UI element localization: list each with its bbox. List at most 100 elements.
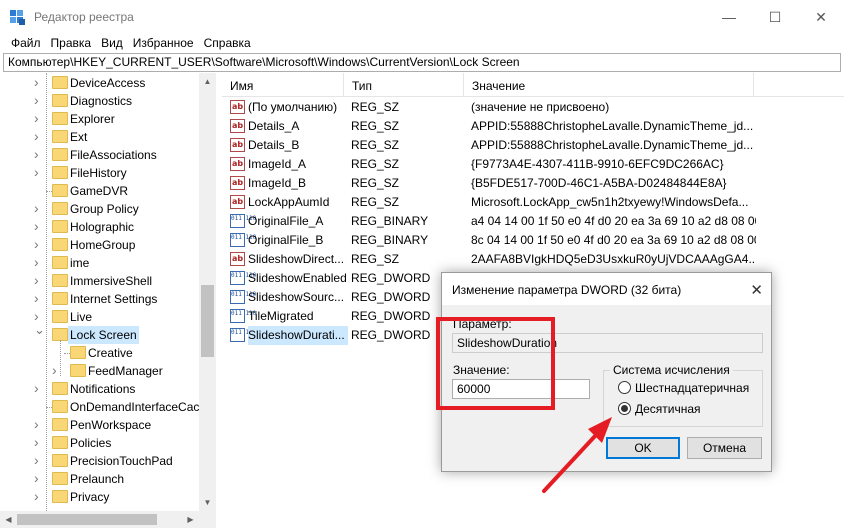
tree-item-homegroup[interactable]: › HomeGroup (0, 236, 199, 254)
folder-icon (70, 346, 86, 359)
tree-item-label: GameDVR (70, 184, 129, 198)
value-row[interactable]: ab (По умолчанию) REG_SZ (значение не присв… (222, 98, 844, 117)
expand-icon[interactable]: › (34, 451, 44, 469)
expand-icon[interactable]: › (34, 217, 44, 235)
tree-horizontal-scrollbar[interactable]: ◀ ▶ (0, 511, 216, 528)
expand-icon[interactable]: › (34, 91, 44, 109)
value-row[interactable]: ab LockAppAumId REG_SZ Microsoft.LockApp_cw… (222, 193, 844, 212)
tree-item-label: OnDemandInterfaceCache (70, 400, 213, 414)
expand-icon[interactable]: › (34, 271, 44, 289)
tree-item-label: PenWorkspace (70, 418, 152, 432)
radio-dec-circle[interactable] (618, 402, 631, 415)
column-header-name[interactable]: Имя (222, 73, 344, 97)
expand-icon[interactable]: › (34, 127, 44, 145)
tree-item-creative[interactable]: Creative (0, 344, 199, 362)
tree-item-label: Creative (88, 346, 133, 360)
tree-item-immersiveshell[interactable]: › ImmersiveShell (0, 272, 199, 290)
expand-icon[interactable]: › (34, 73, 44, 91)
tree-item-diagnostics[interactable]: › Diagnostics (0, 92, 199, 110)
tree-item-ondemandinterfacecache[interactable]: OnDemandInterfaceCache (0, 398, 213, 416)
scroll-down-icon[interactable]: ▼ (199, 494, 216, 511)
value-data: 2AAFA8BVIgkHDQ5eD3UsxkuR0yUjVDCAAAgGA4..… (471, 252, 756, 266)
value-name: Details_B (248, 138, 300, 152)
string-value-icon: ab (230, 195, 245, 209)
value-row[interactable]: ab ImageId_A REG_SZ {F9773A4E-4307-411B-991… (222, 155, 844, 174)
address-bar[interactable]: Компьютер\HKEY_CURRENT_USER\Software\Mic… (3, 53, 841, 72)
value-name: ImageId_A (248, 157, 307, 171)
maximize-button[interactable]: ☐ (752, 0, 798, 34)
expand-icon[interactable]: › (34, 433, 44, 451)
value-row[interactable]: ab Details_A REG_SZ APPID:55888ChristopheLa… (222, 117, 844, 136)
tree-item-gamedvr[interactable]: GameDVR (0, 182, 199, 200)
collapse-icon[interactable]: ⌄ (34, 321, 45, 339)
minimize-button[interactable]: — (706, 0, 752, 34)
radio-hex-circle[interactable] (618, 381, 631, 394)
tree-item-internet-settings[interactable]: › Internet Settings (0, 290, 199, 308)
expand-icon[interactable]: › (34, 415, 44, 433)
expand-icon[interactable]: › (34, 235, 44, 253)
menu-view[interactable]: Вид (96, 34, 128, 52)
tree-item-label: ImmersiveShell (70, 274, 153, 288)
value-row[interactable]: ab Details_B REG_SZ APPID:55888ChristopheLa… (222, 136, 844, 155)
expand-icon[interactable]: › (34, 289, 44, 307)
tree-item-lock-screen[interactable]: ⌄ Lock Screen (0, 322, 199, 344)
expand-icon[interactable]: › (34, 379, 44, 397)
menu-bar: Файл Правка Вид Избранное Справка (0, 34, 844, 52)
tree-item-filehistory[interactable]: › FileHistory (0, 164, 199, 182)
folder-icon (52, 202, 68, 215)
menu-help[interactable]: Справка (199, 34, 256, 52)
folder-icon (70, 364, 86, 377)
tree-item-prelaunch[interactable]: › Prelaunch (0, 470, 199, 488)
tree-item-notifications[interactable]: › Notifications (0, 380, 199, 398)
tree-item-fileassociations[interactable]: › FileAssociations (0, 146, 199, 164)
tree-item-group-policy[interactable]: › Group Policy (0, 200, 199, 218)
expand-icon[interactable]: › (34, 469, 44, 487)
hscroll-thumb[interactable] (17, 514, 157, 525)
column-header-value[interactable]: Значение (464, 73, 754, 97)
list-header: Имя Тип Значение (222, 73, 844, 97)
value-name: SlideshowEnabled (248, 271, 347, 285)
menu-edit[interactable]: Правка (46, 34, 97, 52)
value-row[interactable]: ab SlideshowDirect... REG_SZ 2AAFA8BVIgkHDQ… (222, 250, 844, 269)
scroll-right-icon[interactable]: ▶ (182, 511, 199, 528)
value-type: REG_SZ (351, 176, 400, 190)
tree-item-explorer[interactable]: › Explorer (0, 110, 199, 128)
tree-item-holographic[interactable]: › Holographic (0, 218, 199, 236)
cancel-button[interactable]: Отмена (687, 437, 762, 459)
close-button[interactable]: ✕ (798, 0, 844, 34)
tree-item-feedmanager[interactable]: › FeedManager (0, 362, 199, 380)
value-type: REG_SZ (351, 252, 400, 266)
expand-icon[interactable]: › (34, 199, 44, 217)
value-row[interactable]: 011 110 OriginalFile_B REG_BINARY 8c 04 14 … (222, 231, 844, 250)
tree-item-label: Live (70, 310, 93, 324)
expand-icon[interactable]: › (34, 109, 44, 127)
scroll-left-icon[interactable]: ◀ (0, 511, 17, 528)
tree-item-policies[interactable]: › Policies (0, 434, 199, 452)
scroll-up-icon[interactable]: ▲ (199, 73, 216, 90)
tree-item-ext[interactable]: › Ext (0, 128, 199, 146)
tree-item-deviceaccess[interactable]: › DeviceAccess (0, 74, 199, 92)
string-value-icon: ab (230, 100, 245, 114)
tree-item-penworkspace[interactable]: › PenWorkspace (0, 416, 199, 434)
tree-item-precisiontouchpad[interactable]: › PrecisionTouchPad (0, 452, 199, 470)
expand-icon[interactable]: › (34, 145, 44, 163)
tree-item-live[interactable]: › Live (0, 308, 199, 326)
tree-item-privacy[interactable]: › Privacy (0, 488, 199, 506)
value-row[interactable]: ab ImageId_B REG_SZ {B5FDE517-700D-46C1-A5B… (222, 174, 844, 193)
folder-icon (52, 76, 68, 89)
scroll-thumb[interactable] (201, 285, 214, 357)
expand-icon[interactable]: › (34, 163, 44, 181)
value-name: TileMigrated (248, 309, 314, 323)
tree-item-label: Lock Screen (68, 326, 139, 344)
value-row[interactable]: 011 110 OriginalFile_A REG_BINARY a4 04 14 … (222, 212, 844, 231)
menu-file[interactable]: Файл (6, 34, 46, 52)
dialog-close-icon[interactable]: ✕ (750, 281, 763, 299)
expand-icon[interactable]: › (34, 253, 44, 271)
tree-item-label: FileAssociations (70, 148, 157, 162)
menu-favorites[interactable]: Избранное (128, 34, 199, 52)
expand-icon[interactable]: › (34, 487, 44, 505)
column-header-type[interactable]: Тип (344, 73, 464, 97)
tree-item-ime[interactable]: › ime (0, 254, 199, 272)
folder-icon (52, 472, 68, 485)
tree-vertical-scrollbar[interactable]: ▲ ▼ (199, 73, 216, 511)
